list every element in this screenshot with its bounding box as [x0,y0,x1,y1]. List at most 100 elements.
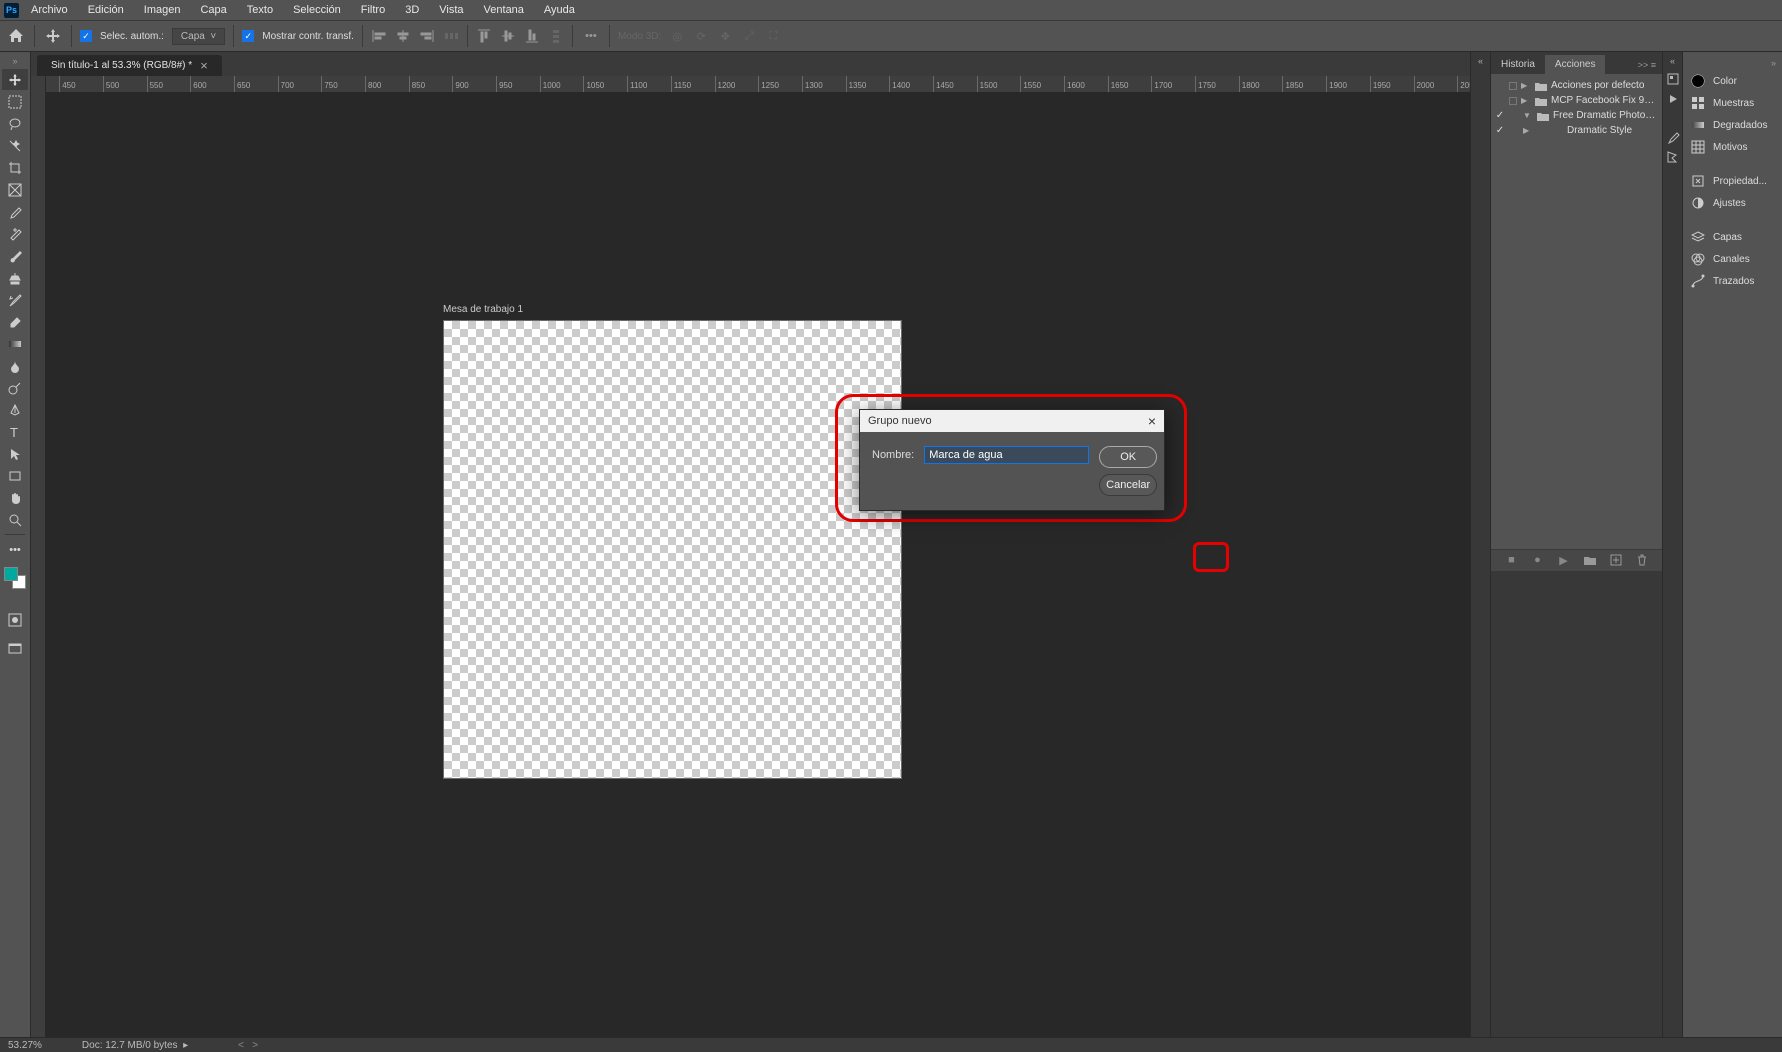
group-name-input[interactable] [924,446,1089,464]
menu-filtro[interactable]: Filtro [353,1,393,19]
delete-icon[interactable] [1634,552,1650,568]
new-action-icon[interactable] [1608,552,1624,568]
menu-edicion[interactable]: Edición [80,1,132,19]
color-panel-button[interactable]: Color [1683,70,1782,92]
channels-panel-button[interactable]: Canales [1683,248,1782,270]
eyedropper-tool[interactable] [2,201,28,222]
expand-panel-icon[interactable]: « [1478,56,1483,66]
layers-panel-button[interactable]: Capas [1683,226,1782,248]
align-middle-v-icon[interactable] [500,28,516,44]
document-area: Sin título-1 al 53.3% (RGB/8#) * × 05010… [31,52,1470,1037]
healing-brush-tool[interactable] [2,223,28,244]
history-brush-tool[interactable] [2,289,28,310]
history-tab[interactable]: Historia [1491,55,1545,74]
document-tab[interactable]: Sin título-1 al 53.3% (RGB/8#) * × [37,55,222,76]
tool-panel: » T ••• [0,52,31,1037]
patterns-panel-button[interactable]: Motivos [1683,136,1782,158]
blur-tool[interactable] [2,355,28,376]
crop-tool[interactable] [2,157,28,178]
color-swatches[interactable] [4,567,26,589]
strip-icon-1[interactable] [1666,72,1680,86]
strip-play-icon[interactable] [1666,92,1680,106]
path-selection-tool[interactable] [2,443,28,464]
gradients-panel-button[interactable]: Degradados [1683,114,1782,136]
zoom-tool[interactable] [2,509,28,530]
action-row[interactable]: ✓▶Dramatic Style [1495,123,1658,138]
stop-icon[interactable]: ■ [1504,552,1520,568]
status-nav[interactable]: < > [238,1040,258,1051]
action-row[interactable]: ▶Acciones por defecto [1495,78,1658,93]
rectangle-tool[interactable] [2,465,28,486]
eraser-tool[interactable] [2,311,28,332]
strip-brush-icon[interactable] [1666,130,1680,144]
action-row[interactable]: ▶MCP Facebook Fix 960 - P... [1495,93,1658,108]
actions-tab[interactable]: Acciones [1545,55,1606,74]
menu-capa[interactable]: Capa [192,1,234,19]
artboard[interactable] [443,320,902,779]
distribute-h-icon[interactable] [443,28,459,44]
menu-ventana[interactable]: Ventana [476,1,532,19]
move-tool[interactable] [2,69,28,90]
quick-mask-icon[interactable] [2,609,28,630]
show-transform-checkbox[interactable]: ✓ [242,30,254,42]
properties-panel-button[interactable]: Propiedad... [1683,170,1782,192]
menu-imagen[interactable]: Imagen [136,1,189,19]
more-options-icon[interactable]: ••• [581,26,601,46]
document-tab-title: Sin título-1 al 53.3% (RGB/8#) * [51,60,192,71]
adjustments-panel-button[interactable]: Ajustes [1683,192,1782,214]
clone-stamp-tool[interactable] [2,267,28,288]
swatches-panel-button[interactable]: Muestras [1683,92,1782,114]
expand-panel-icon-2[interactable]: « [1670,56,1675,66]
align-top-icon[interactable] [476,28,492,44]
ok-button[interactable]: OK [1099,446,1157,468]
auto-select-checkbox[interactable]: ✓ [80,30,92,42]
auto-select-label: Selec. autom.: [100,31,164,42]
menu-3d[interactable]: 3D [397,1,427,19]
home-icon[interactable] [6,26,26,46]
align-center-h-icon[interactable] [395,28,411,44]
artboard-label[interactable]: Mesa de trabajo 1 [443,304,523,315]
zoom-level[interactable]: 53.27% [8,1040,42,1051]
new-set-icon[interactable] [1582,552,1598,568]
lasso-tool[interactable] [2,113,28,134]
edit-toolbar-icon[interactable]: ••• [2,539,28,560]
collapse-panel-icon[interactable]: » [1683,56,1782,70]
play-icon[interactable]: ▶ [1556,552,1572,568]
menu-ayuda[interactable]: Ayuda [536,1,583,19]
hand-tool[interactable] [2,487,28,508]
panel-menu-icon[interactable]: >> ≡ [1632,56,1662,74]
distribute-v-icon[interactable] [548,28,564,44]
align-bottom-icon[interactable] [524,28,540,44]
align-left-icon[interactable] [371,28,387,44]
move-tool-icon[interactable] [43,26,63,46]
show-transform-label: Mostrar contr. transf. [262,31,354,42]
screen-mode-icon[interactable] [2,638,28,659]
doc-info[interactable]: Doc: 12.7 MB/0 bytes ▸ [82,1040,188,1051]
pen-tool[interactable] [2,399,28,420]
gradient-tool[interactable] [2,333,28,354]
paths-panel-button[interactable]: Trazados [1683,270,1782,292]
menu-vista[interactable]: Vista [431,1,471,19]
menu-bar: Ps Archivo Edición Imagen Capa Texto Sel… [0,0,1782,20]
type-tool[interactable]: T [2,421,28,442]
menu-texto[interactable]: Texto [239,1,281,19]
auto-select-target-dropdown[interactable]: Capa ˅ [172,28,225,45]
magic-wand-tool[interactable] [2,135,28,156]
record-icon[interactable]: ● [1530,552,1546,568]
close-tab-icon[interactable]: × [200,61,208,71]
dialog-close-icon[interactable]: × [1148,413,1156,429]
align-right-icon[interactable] [419,28,435,44]
brush-tool[interactable] [2,245,28,266]
marquee-tool[interactable] [2,91,28,112]
frame-tool[interactable] [2,179,28,200]
dodge-tool[interactable] [2,377,28,398]
cancel-button[interactable]: Cancelar [1099,474,1157,496]
menu-archivo[interactable]: Archivo [23,1,76,19]
action-row[interactable]: ✓▼Free Dramatic Photoshop ... [1495,108,1658,123]
3d-orbit-icon: ◎ [669,28,685,44]
dialog-titlebar[interactable]: Grupo nuevo × [860,410,1164,432]
actions-list: ▶Acciones por defecto▶MCP Facebook Fix 9… [1491,74,1662,549]
canvas-area[interactable]: 0501001502002503003504004505005506006507… [31,76,1470,1037]
menu-seleccion[interactable]: Selección [285,1,349,19]
strip-swatches-icon[interactable] [1666,150,1680,164]
